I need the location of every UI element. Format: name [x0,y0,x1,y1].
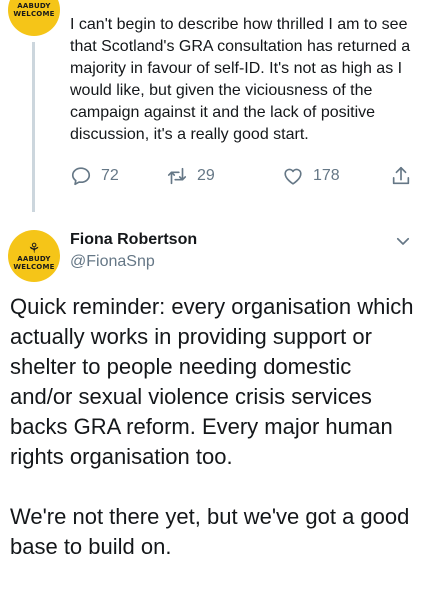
like-icon [284,168,302,185]
retweet-icon [167,167,187,185]
party-logo-icon: ⚘ [27,241,41,257]
tweet-paragraph: We're not there yet, but we've got a goo… [10,504,410,559]
avatar-line-1: AABUDY [17,255,51,263]
reply-count: 72 [101,167,119,184]
thread-line [32,42,35,212]
chevron-down-icon[interactable] [394,232,412,250]
avatar-text: AABUDY WELCOME [13,255,54,271]
avatar-line-2: WELCOME [13,263,55,271]
tweet-text: Quick reminder: every organisation which… [10,292,415,562]
retweet-count: 29 [197,167,215,184]
tweet-author[interactable]: Fiona Robertson @FionaSnp [70,230,197,273]
reply-button[interactable]: 72 [70,165,119,187]
author-handle[interactable]: @FionaSnp [70,251,197,273]
share-button[interactable] [390,165,412,187]
avatar-line-1: AABUDY [17,2,51,10]
author-name[interactable]: Fiona Robertson [70,230,197,250]
share-icon [392,166,410,185]
tweet-text: I can't begin to describe how thrilled I… [70,16,411,143]
tweet-paragraph: Quick reminder: every organisation which… [10,294,414,469]
like-count: 178 [313,167,340,184]
reply-icon [71,167,91,186]
avatar[interactable]: ⚘ AABUDY WELCOME [8,230,60,282]
retweet-button[interactable]: 29 [166,165,215,187]
avatar-line-2: WELCOME [13,10,55,18]
avatar[interactable]: AABUDY WELCOME [8,0,60,36]
avatar-text: AABUDY WELCOME [13,2,54,18]
like-button[interactable]: 178 [282,165,340,187]
tweet-actions: 72 29 178 [70,165,415,193]
